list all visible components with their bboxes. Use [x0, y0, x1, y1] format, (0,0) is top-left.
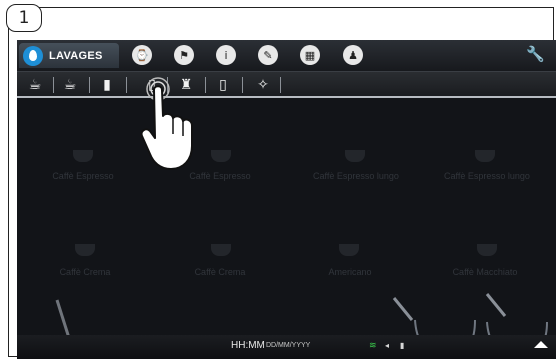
product-label[interactable]: Caffè Espresso [33, 171, 133, 181]
separator [242, 77, 243, 93]
step-number: 1 [18, 8, 30, 28]
product-label[interactable]: Caffè Crema [170, 267, 270, 277]
date-display: DD/MM/YYYY [266, 342, 311, 349]
cleaning-options-bar: ☕ ☕ ▮ ▯ ♜ ▯ ✧ [17, 71, 556, 98]
product-label[interactable]: Caffè Espresso lungo [427, 171, 547, 181]
product-label[interactable]: Americano [300, 267, 400, 277]
separator [126, 77, 127, 93]
product-label[interactable]: Caffè Macchiato [435, 267, 535, 277]
separator [89, 77, 90, 93]
steam-wand [55, 299, 71, 339]
clock-icon[interactable]: ⌚ [132, 45, 152, 65]
speaker-icon: ◂ [385, 341, 390, 350]
machine-screen: LAVAGES ⌚ ⚑ i ✎ ▦ ♟ 🔧 ☕ ☕ ▮ ▯ ♜ ▯ ✧ Caff… [17, 40, 556, 359]
expand-up-icon[interactable] [534, 341, 548, 348]
product-cup-icon [73, 150, 93, 162]
product-cup-icon [345, 150, 365, 162]
steam-wand [392, 297, 414, 321]
product-label[interactable]: Caffè Espresso lungo [296, 171, 416, 181]
steam-wand [485, 293, 507, 317]
product-cup-icon [211, 244, 231, 256]
tab-lavages-label: LAVAGES [49, 49, 103, 62]
step-number-badge: 1 [6, 4, 42, 32]
pointing-hand-icon [140, 77, 193, 170]
water-tank-icon: ▮ [400, 341, 405, 350]
status-bar: HH:MM DD/MM/YYYY ≋ ◂ ▮ [17, 335, 556, 359]
product-label[interactable]: Caffè Crema [35, 267, 135, 277]
wrench-icon[interactable]: 🔧 [526, 45, 545, 63]
time-display: HH:MM [231, 340, 265, 351]
separator [280, 77, 281, 93]
top-navigation-bar: LAVAGES ⌚ ⚑ i ✎ ▦ ♟ 🔧 [17, 40, 556, 71]
product-cup-icon [339, 244, 359, 256]
cleaning-icon[interactable]: ✧ [254, 77, 272, 93]
wifi-icon: ≋ [369, 341, 377, 351]
flag-icon[interactable]: ⚑ [174, 45, 194, 65]
pencil-icon[interactable]: ✎ [258, 45, 278, 65]
info-icon[interactable]: i [216, 45, 236, 65]
water-drop-icon [23, 45, 43, 66]
water-glass-icon[interactable]: ▯ [214, 77, 232, 93]
cup-icon[interactable]: ☕ [61, 77, 79, 93]
product-cup-icon [475, 150, 495, 162]
product-cup-icon [75, 244, 95, 256]
milk-carton-icon[interactable]: ▮ [98, 77, 116, 93]
cup-rinse-icon[interactable]: ☕ [26, 77, 44, 93]
hand-shape [140, 85, 193, 170]
separator [53, 77, 54, 93]
tab-lavages[interactable]: LAVAGES [19, 43, 119, 68]
calendar-icon[interactable]: ▦ [300, 45, 320, 65]
user-icon[interactable]: ♟ [343, 45, 363, 65]
product-cup-icon [477, 244, 497, 256]
product-cup-icon [211, 150, 231, 162]
